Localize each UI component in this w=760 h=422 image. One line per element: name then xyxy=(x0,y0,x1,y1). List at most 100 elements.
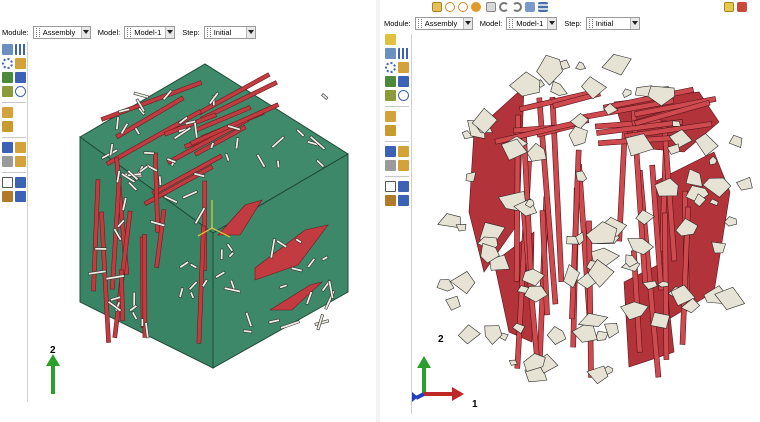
radial-pattern-icon[interactable] xyxy=(385,62,396,73)
datum-axis-icon[interactable] xyxy=(2,156,13,167)
toolbox-separator xyxy=(2,172,26,173)
toolbox-separator xyxy=(385,106,409,107)
axis-2-label: 2 xyxy=(50,345,56,356)
short-fiber xyxy=(133,91,149,99)
translate-icon[interactable] xyxy=(15,58,26,69)
flake xyxy=(575,170,588,182)
coaxial-icon[interactable] xyxy=(15,86,26,97)
model-label: Model: xyxy=(479,18,503,28)
translate-icon[interactable] xyxy=(398,62,409,73)
flake xyxy=(736,176,753,191)
csys-icon[interactable] xyxy=(385,195,396,206)
flake xyxy=(509,71,541,97)
flake xyxy=(596,330,609,342)
shaded-icon[interactable] xyxy=(445,2,455,12)
module-value: Assembly xyxy=(42,27,76,37)
view-triad-icon[interactable] xyxy=(398,181,409,192)
model-value: Model-1 xyxy=(516,18,544,28)
datum-axis-icon[interactable] xyxy=(385,160,396,171)
view-triad-3d xyxy=(412,356,464,402)
flake xyxy=(601,54,632,76)
model-value: Model-1 xyxy=(134,27,162,37)
datum-plane-icon[interactable] xyxy=(15,142,26,153)
xyz-icon[interactable] xyxy=(385,181,396,192)
radial-pattern-icon[interactable] xyxy=(2,58,13,69)
model-select[interactable]: Model-1 xyxy=(124,25,176,39)
grip-icon xyxy=(509,18,514,28)
coaxial-icon[interactable] xyxy=(398,90,409,101)
short-fiber xyxy=(276,159,281,169)
csys-icon[interactable] xyxy=(2,191,13,202)
flake xyxy=(484,325,503,345)
triad-icon[interactable] xyxy=(15,191,26,202)
grid-icon[interactable] xyxy=(538,2,548,12)
step-select[interactable]: Initial xyxy=(203,25,256,39)
module-value: Assembly xyxy=(424,18,458,28)
query-icon[interactable] xyxy=(385,125,396,136)
chevron-down-icon xyxy=(245,26,255,38)
wireframe-icon[interactable] xyxy=(471,2,481,12)
rotate-icon[interactable] xyxy=(385,76,396,87)
hidden-line-icon[interactable] xyxy=(458,2,468,12)
chevron-down-icon xyxy=(80,26,90,38)
toolbox-separator xyxy=(2,102,26,103)
step-value: Initial xyxy=(213,27,232,37)
query-icon[interactable] xyxy=(2,121,13,132)
datum-csys-icon[interactable] xyxy=(2,142,13,153)
create-instance-icon[interactable] xyxy=(385,48,396,59)
translate-to-icon[interactable] xyxy=(15,72,26,83)
linear-pattern-icon[interactable] xyxy=(398,48,409,59)
module-select[interactable]: Assembly xyxy=(414,16,473,30)
short-fiber xyxy=(143,151,155,155)
hint-icon[interactable] xyxy=(385,34,396,45)
rotate-icon[interactable] xyxy=(2,72,13,83)
flake xyxy=(445,295,461,311)
axis-2-label: 2 xyxy=(438,334,444,345)
merge-icon[interactable] xyxy=(2,107,13,118)
orbit-icon[interactable] xyxy=(525,2,535,12)
flake xyxy=(455,224,467,232)
datum-point-icon[interactable] xyxy=(398,160,409,171)
constraint-icon[interactable] xyxy=(385,90,396,101)
flake xyxy=(650,312,670,329)
flake xyxy=(550,80,568,96)
flake xyxy=(457,324,481,345)
flake xyxy=(449,271,476,295)
viewport-canvas[interactable] xyxy=(30,40,374,400)
linear-pattern-icon[interactable] xyxy=(15,44,26,55)
flake xyxy=(728,134,743,148)
triad-icon[interactable] xyxy=(398,195,409,206)
toolbox-separator xyxy=(385,141,409,142)
view-triad-icon[interactable] xyxy=(15,177,26,188)
grip-icon xyxy=(206,27,211,37)
select-icon[interactable] xyxy=(486,2,496,12)
datum-csys-icon[interactable] xyxy=(385,146,396,157)
chevron-down-icon xyxy=(629,17,639,29)
undo-icon[interactable] xyxy=(499,2,509,12)
redo-icon[interactable] xyxy=(512,2,522,12)
module-label: Module: xyxy=(2,27,29,37)
flake xyxy=(546,326,567,345)
translate-to-icon[interactable] xyxy=(398,76,409,87)
render-icon[interactable] xyxy=(432,2,442,12)
grip-icon xyxy=(35,27,40,37)
xyz-icon[interactable] xyxy=(2,177,13,188)
fiber-layer xyxy=(436,54,753,385)
assembly-toolbox xyxy=(1,44,27,214)
step-select[interactable]: Initial xyxy=(585,16,640,30)
ruler-icon[interactable] xyxy=(724,2,734,12)
long-fiber xyxy=(586,220,594,378)
chevron-down-icon xyxy=(462,17,472,29)
flake xyxy=(575,61,586,70)
model-select[interactable]: Model-1 xyxy=(506,16,558,30)
grip-icon xyxy=(127,27,132,37)
datum-point-icon[interactable] xyxy=(15,156,26,167)
merge-icon[interactable] xyxy=(385,111,396,122)
module-select[interactable]: Assembly xyxy=(32,25,91,39)
create-instance-icon[interactable] xyxy=(2,44,13,55)
part-icon[interactable] xyxy=(737,2,747,12)
short-fiber xyxy=(321,93,329,100)
datum-plane-icon[interactable] xyxy=(398,146,409,157)
module-label: Module: xyxy=(384,18,411,28)
constraint-icon[interactable] xyxy=(2,86,13,97)
